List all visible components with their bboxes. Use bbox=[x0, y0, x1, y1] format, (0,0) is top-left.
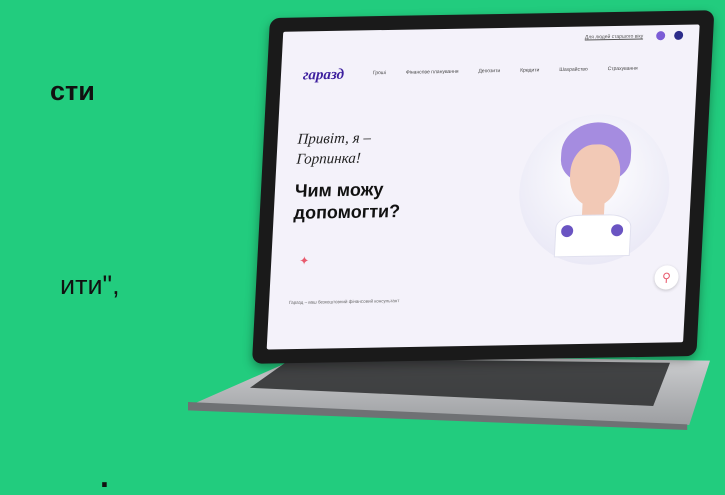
hero-question-line1: Чим можу bbox=[294, 179, 384, 201]
nav-item-money[interactable]: Гроші bbox=[373, 70, 386, 76]
site-logo[interactable]: гаразд bbox=[302, 67, 344, 85]
nav-item-financial-planning[interactable]: Фінансове планування bbox=[406, 69, 459, 76]
hero-greeting: Привіт, я – Горпинка! bbox=[296, 128, 371, 169]
laptop-lid: Для людей старшого віку гаразд Гроші Фін… bbox=[251, 10, 715, 364]
hero-greeting-line2: Горпинка! bbox=[296, 150, 362, 168]
hero-question: Чим можу допомогти? bbox=[293, 178, 402, 224]
site-nav: Гроші Фінансове планування Депозити Кред… bbox=[373, 66, 638, 77]
hero-greeting-line1: Привіт, я – bbox=[297, 130, 372, 148]
theme-toggle-icon[interactable] bbox=[655, 31, 666, 41]
nav-item-deposits[interactable]: Депозити bbox=[478, 68, 500, 74]
mascot-avatar bbox=[515, 113, 674, 267]
nav-item-insurance[interactable]: Страхування bbox=[607, 66, 637, 73]
laptop-screen: Для людей старшого віку гаразд Гроші Фін… bbox=[266, 24, 700, 350]
sparkle-icon: ✦ bbox=[298, 253, 310, 268]
nav-item-fraud[interactable]: Шахрайство bbox=[559, 67, 588, 74]
search-button[interactable]: ⚲ bbox=[653, 265, 680, 290]
laptop-mockup: Для людей старшого віку гаразд Гроші Фін… bbox=[0, 0, 725, 489]
search-icon: ⚲ bbox=[661, 270, 672, 285]
hero-question-line2: допомогти? bbox=[293, 200, 401, 223]
menu-icon[interactable] bbox=[673, 30, 684, 40]
accessibility-link[interactable]: Для людей старшого віку bbox=[585, 33, 644, 40]
nav-item-credits[interactable]: Кредити bbox=[520, 67, 539, 73]
site-footer-text: Гаразд – ваш безкоштовний фінансовий кон… bbox=[288, 298, 400, 306]
mascot-face bbox=[568, 144, 622, 208]
